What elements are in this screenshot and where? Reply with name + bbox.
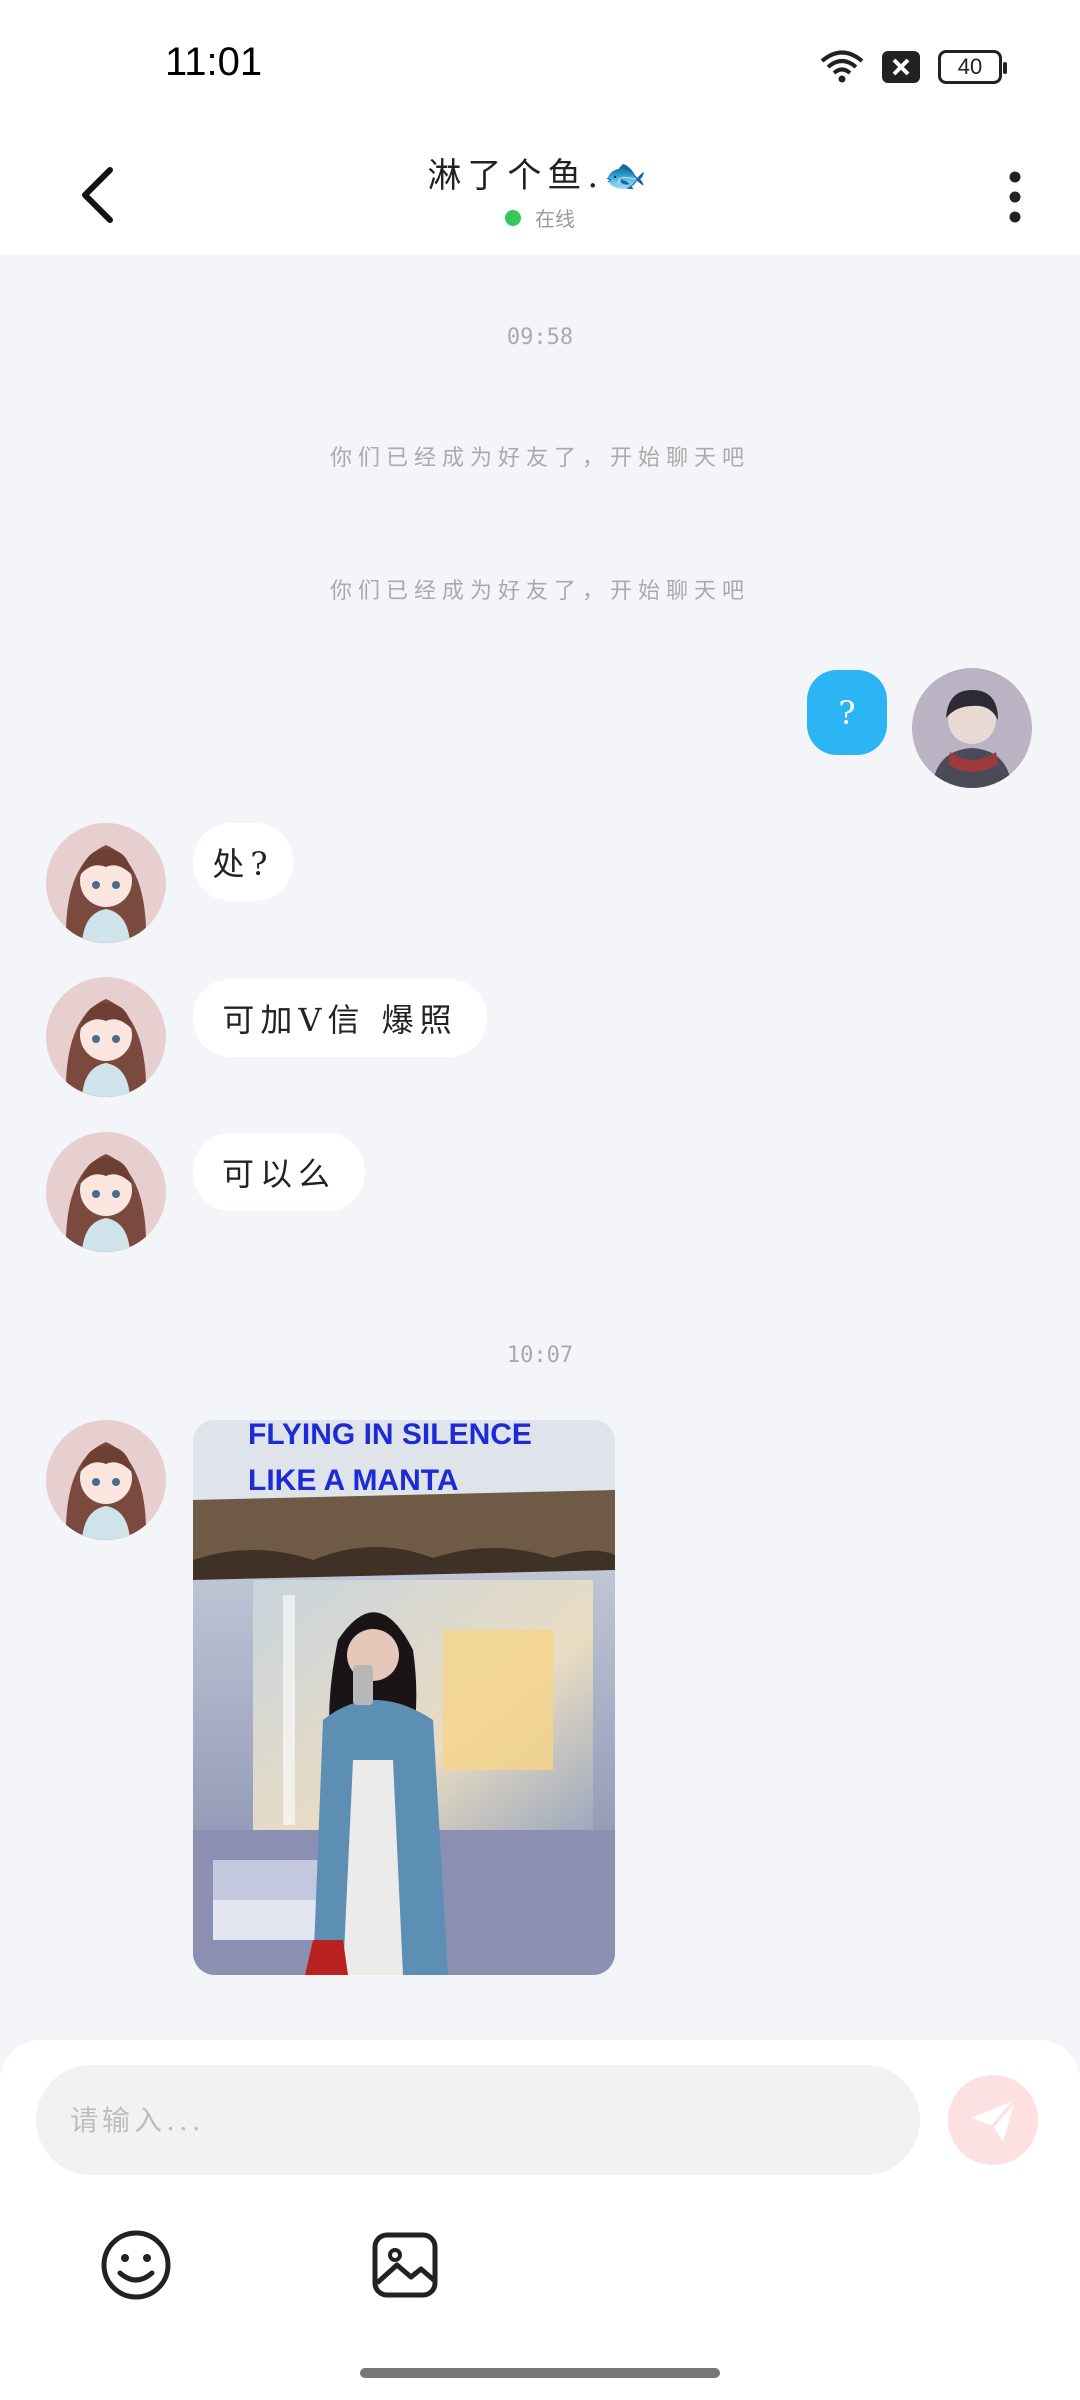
- timestamp: 10:07: [506, 1343, 574, 1368]
- input-panel: [0, 2040, 1080, 2400]
- contact-message-bubble[interactable]: 可加V信 爆照: [193, 979, 487, 1057]
- more-options-button[interactable]: [990, 150, 1040, 230]
- status-time: 11:01: [165, 40, 263, 84]
- chat-area[interactable]: 09:58 你们已经成为好友了，开始聊天吧 你们已经成为好友了，开始聊天吧 ? …: [0, 255, 1080, 2040]
- contact-message-bubble[interactable]: 可以么: [193, 1133, 365, 1211]
- message-text: 可以么: [221, 1155, 336, 1193]
- send-icon: [971, 2099, 1017, 2142]
- chat-header: 淋了个鱼.🐟 在线: [0, 130, 1080, 255]
- send-button[interactable]: [948, 2075, 1038, 2165]
- contact-message-bubble[interactable]: 处?: [193, 823, 293, 901]
- home-indicator[interactable]: [360, 2368, 720, 2378]
- message-text: 处?: [212, 845, 274, 883]
- avatar-image: [46, 977, 166, 1097]
- contact-avatar[interactable]: [46, 1420, 166, 1540]
- emoji-icon: [101, 2230, 171, 2300]
- timestamp: 09:58: [506, 325, 574, 350]
- avatar-image: [46, 823, 166, 943]
- my-avatar[interactable]: [912, 668, 1032, 788]
- message-text: ?: [838, 693, 856, 732]
- more-vertical-icon: [1009, 171, 1021, 223]
- online-status: 在线: [0, 203, 1080, 232]
- avatar-image: [912, 668, 1032, 788]
- avatar-image: [46, 1420, 166, 1540]
- page-title: 淋了个鱼.🐟: [427, 156, 653, 196]
- message-input[interactable]: [36, 2065, 920, 2175]
- signal-off-icon: [882, 51, 920, 83]
- battery-icon: 40: [938, 50, 1007, 84]
- online-dot-icon: [505, 209, 521, 226]
- wifi-icon: [820, 50, 864, 83]
- image-icon: [372, 2232, 438, 2298]
- system-message: 你们已经成为好友了，开始聊天吧: [329, 446, 750, 471]
- photo-sign-line-2: LIKE A MANTA: [248, 1464, 459, 1497]
- photo-sign-line-1: FLYING IN SILENCE: [248, 1420, 532, 1451]
- online-status-label: 在线: [535, 207, 575, 231]
- message-text: 可加V信 爆照: [222, 1001, 458, 1039]
- status-icons: 40: [820, 50, 1007, 84]
- status-bar: 11:01 40: [0, 0, 1080, 130]
- photo-image: FLYING IN SILENCE LIKE A MANTA: [193, 1420, 615, 1975]
- my-message-bubble[interactable]: ?: [807, 670, 887, 755]
- avatar-image: [46, 1132, 166, 1252]
- emoji-button[interactable]: [96, 2225, 176, 2305]
- image-button[interactable]: [365, 2225, 445, 2305]
- title-block: 淋了个鱼.🐟 在线: [0, 148, 1080, 232]
- system-message: 你们已经成为好友了，开始聊天吧: [329, 579, 750, 604]
- photo-message[interactable]: FLYING IN SILENCE LIKE A MANTA: [193, 1420, 615, 1975]
- contact-avatar[interactable]: [46, 977, 166, 1097]
- contact-avatar[interactable]: [46, 823, 166, 943]
- contact-avatar[interactable]: [46, 1132, 166, 1252]
